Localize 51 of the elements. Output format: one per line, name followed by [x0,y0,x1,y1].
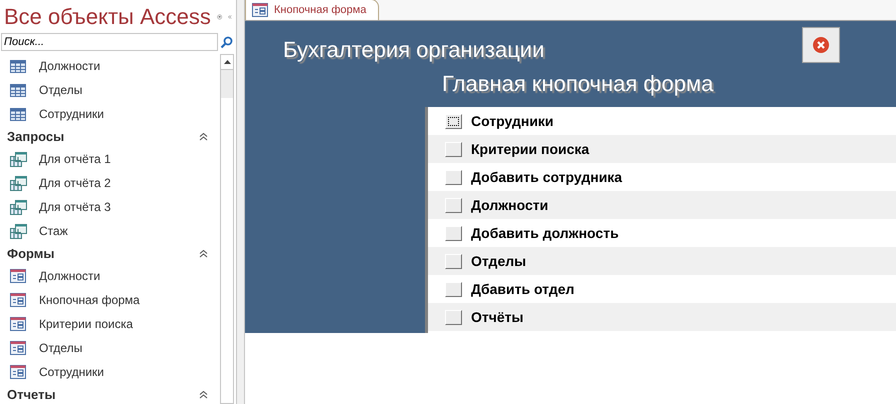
query-icon [10,152,27,166]
nav-item[interactable]: Должности [0,264,220,288]
scroll-up-icon [224,60,230,64]
menu-option-label: Должности [471,196,548,215]
collapse-group-icon[interactable] [199,390,208,399]
nav-item[interactable]: Отделы [0,78,220,102]
query-icon [10,200,27,214]
nav-item[interactable]: Для отчёта 3 [0,195,220,219]
nav-item[interactable]: Кнопочная форма [0,288,220,312]
form-icon [252,3,268,17]
document-tab[interactable]: Кнопочная форма [245,0,380,20]
group-header[interactable]: Запросы [7,126,64,146]
close-button[interactable] [802,27,840,63]
table-icon [10,84,26,96]
menu-option-label: Отделы [471,252,526,271]
nav-item[interactable]: Для отчёта 2 [0,171,220,195]
scrollbar[interactable] [220,54,234,404]
collapse-group-icon[interactable] [199,249,208,258]
close-icon [813,37,829,53]
form-icon [10,365,26,379]
pane-title: Все объекты Access [4,3,211,31]
form-subtitle: Главная кнопочная форма [442,70,714,98]
table-icon [10,108,26,120]
search-field[interactable]: Поиск... [1,33,218,51]
form-title: Бухгалтерия организации [283,36,544,64]
collapse-group-icon[interactable] [199,132,208,141]
form-icon [10,269,26,283]
menu-option-label: Сотрудники [471,112,554,131]
menu-option-label: Дбавить отдел [471,280,574,299]
group-header[interactable]: Отчеты [7,384,56,404]
query-icon [10,224,27,238]
nav-item[interactable]: Сотрудники [0,102,220,126]
nav-item[interactable]: Должности [0,54,220,78]
menu-option-label: Добавить должность [471,224,619,243]
form-icon [10,341,26,355]
menu-option-label: Отчёты [471,308,524,326]
nav-item[interactable]: Отделы [0,336,220,360]
query-icon [10,176,27,190]
nav-item[interactable]: Критерии поиска [0,312,220,336]
menu-option-label: Критерии поиска [471,140,590,159]
search-icon[interactable] [220,36,233,48]
menu-option-label: Добавить сотрудника [471,168,622,187]
menu-option-button[interactable] [445,114,462,128]
scroll-thumb[interactable] [221,70,233,98]
nav-item[interactable]: Сотрудники [0,360,220,384]
form-icon [10,317,26,331]
nav-item[interactable]: Стаж [0,219,220,243]
form-icon [10,293,26,307]
table-icon [10,60,26,72]
group-header[interactable]: Формы [7,244,55,264]
nav-item[interactable]: Для отчёта 1 [0,147,220,171]
